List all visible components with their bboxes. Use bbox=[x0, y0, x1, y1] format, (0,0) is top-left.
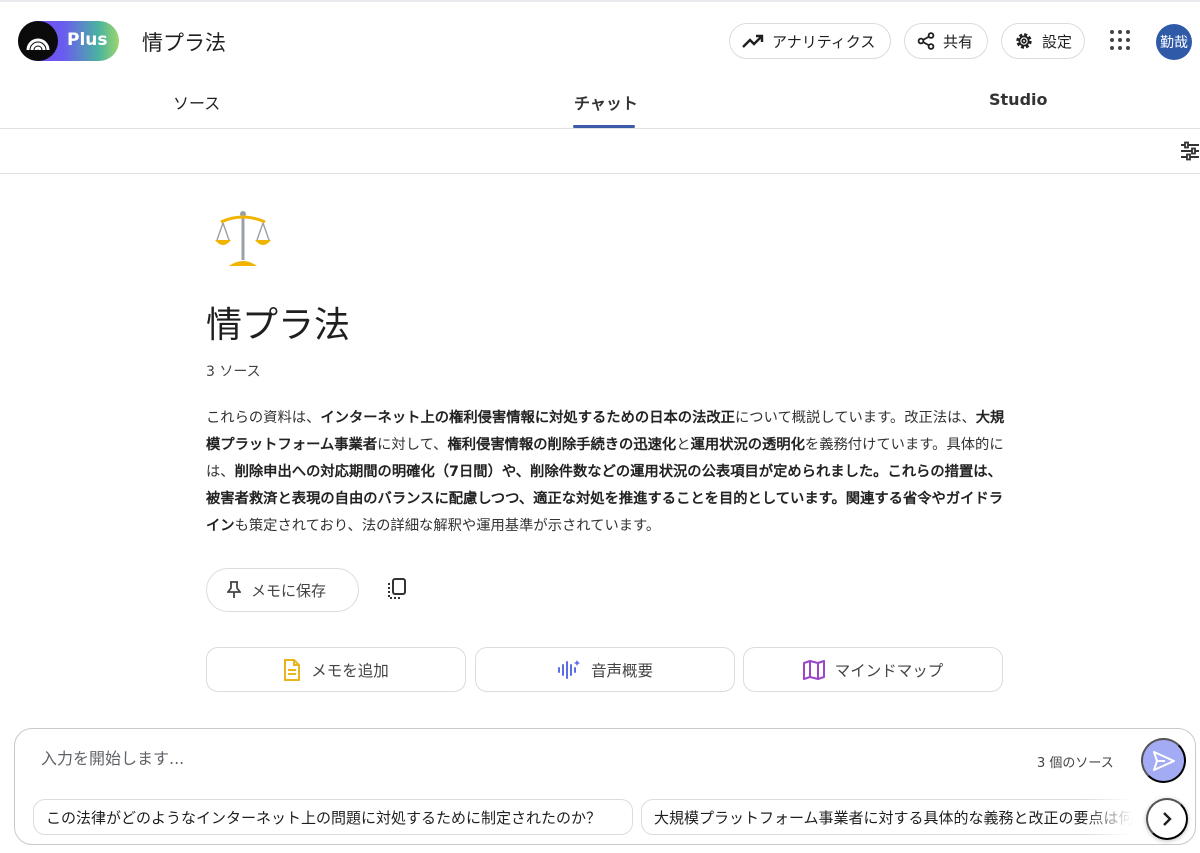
pin-icon bbox=[227, 581, 241, 598]
tune-settings-icon[interactable] bbox=[1180, 141, 1200, 161]
notebook-summary: これらの資料は、インターネット上の権利侵害情報に対処するための日本の法改正につい… bbox=[206, 405, 1006, 540]
source-count: 3 ソース bbox=[206, 364, 261, 380]
chips-fade bbox=[1083, 799, 1153, 837]
mind-map-label: マインドマップ bbox=[834, 662, 944, 680]
audio-waveform-icon bbox=[557, 659, 580, 679]
audio-overview-label: 音声概要 bbox=[590, 662, 653, 680]
main-tabs: ソース チャット Studio bbox=[0, 78, 1200, 129]
apps-grid-icon[interactable] bbox=[1110, 30, 1130, 50]
suggestion-chip[interactable]: この法律がどのようなインターネット上の問題に対処するために制定されたのか？ bbox=[33, 799, 633, 835]
send-icon bbox=[1152, 750, 1175, 771]
analytics-button[interactable]: アナリティクス bbox=[729, 23, 891, 59]
summary-segment: に対して、 bbox=[377, 437, 448, 453]
chevron-right-icon bbox=[1163, 812, 1172, 826]
summary-segment: も策定されており、法の詳細な解釈や運用基準が示されています。 bbox=[234, 518, 661, 534]
tab-chat[interactable]: チャット bbox=[574, 90, 638, 114]
settings-button[interactable]: 設定 bbox=[1001, 23, 1085, 59]
gear-icon bbox=[1016, 33, 1032, 49]
plus-badge: Plus bbox=[67, 30, 108, 50]
mind-map-button[interactable]: マインドマップ bbox=[743, 647, 1003, 692]
summary-segment: 権利侵害情報の削除手続きの迅速化 bbox=[447, 437, 677, 453]
summary-segment: インターネット上の権利侵害情報に対処するための日本の法改正 bbox=[320, 410, 735, 426]
send-button[interactable] bbox=[1141, 738, 1186, 783]
notebooklm-logo-icon bbox=[18, 21, 58, 61]
share-button[interactable]: 共有 bbox=[904, 23, 988, 59]
active-tab-indicator bbox=[573, 125, 635, 128]
settings-label: 設定 bbox=[1042, 33, 1073, 51]
chat-input[interactable] bbox=[41, 749, 941, 768]
share-icon bbox=[917, 32, 935, 50]
save-to-memo-label: メモに保存 bbox=[251, 582, 327, 600]
analytics-label: アナリティクス bbox=[772, 33, 876, 51]
avatar[interactable]: 勤哉 bbox=[1156, 24, 1192, 60]
trending-up-icon bbox=[742, 34, 764, 48]
notebook-title: 情プラ法 bbox=[206, 305, 351, 346]
share-label: 共有 bbox=[943, 33, 974, 51]
chat-composer: 3 個のソース この法律がどのようなインターネット上の問題に対処するために制定さ… bbox=[14, 728, 1196, 845]
add-memo-label: メモを追加 bbox=[311, 662, 389, 680]
tab-studio[interactable]: Studio bbox=[989, 90, 1048, 109]
suggestion-chips: この法律がどのようなインターネット上の問題に対処するために制定されたのか？ 大規… bbox=[33, 799, 1153, 837]
notebooklm-plus-logo[interactable]: Plus bbox=[18, 21, 119, 61]
copy-icon[interactable] bbox=[386, 577, 408, 601]
chat-toolbar bbox=[0, 129, 1200, 174]
composer-source-count: 3 個のソース bbox=[1037, 756, 1114, 771]
tab-sources[interactable]: ソース bbox=[173, 90, 220, 114]
save-to-memo-button[interactable]: メモに保存 bbox=[206, 568, 359, 612]
audio-overview-button[interactable]: 音声概要 bbox=[475, 647, 735, 692]
notebook-title-header[interactable]: 情プラ法 bbox=[142, 27, 226, 57]
summary-segment: これらの資料は、 bbox=[206, 410, 321, 426]
next-suggestions-button[interactable] bbox=[1146, 798, 1188, 840]
map-icon bbox=[802, 659, 825, 680]
summary-segment: について概説しています。改正法は、 bbox=[734, 410, 976, 426]
note-icon bbox=[284, 658, 301, 681]
balance-scale-icon bbox=[215, 211, 271, 266]
suggestion-chip[interactable]: 大規模プラットフォーム事業者に対する具体的な義務と改正の要点は何 bbox=[641, 799, 1153, 835]
summary-segment: と bbox=[676, 437, 691, 453]
top-bar: Plus 情プラ法 アナリティクス 共有 設定 勤哉 bbox=[0, 0, 1200, 78]
summary-segment: 運用状況の透明化 bbox=[690, 437, 805, 453]
add-memo-button[interactable]: メモを追加 bbox=[206, 647, 466, 692]
